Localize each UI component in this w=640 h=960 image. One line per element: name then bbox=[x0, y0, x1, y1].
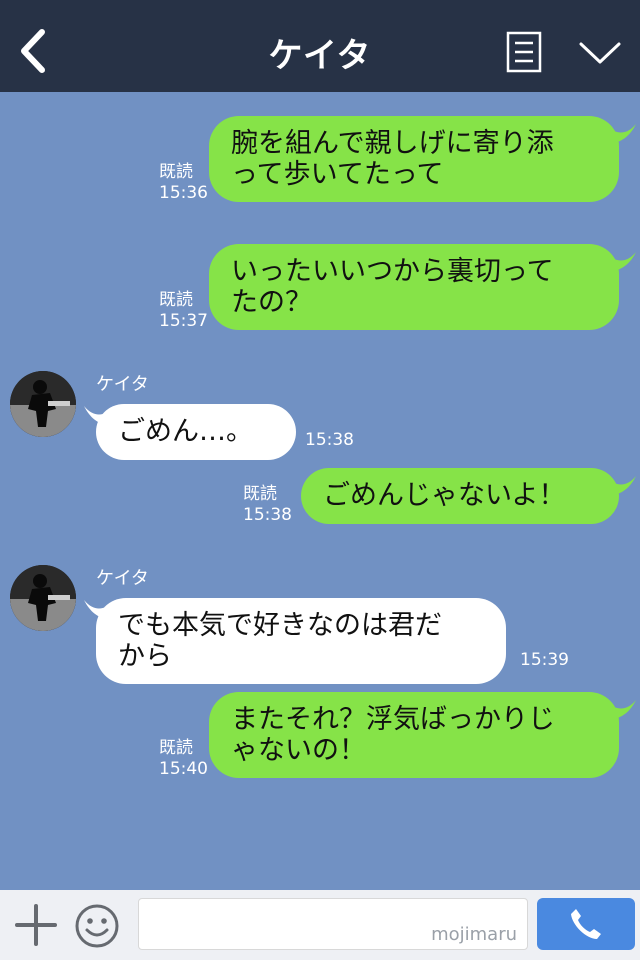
sender-name: ケイタ bbox=[96, 374, 149, 395]
message-line: って歩いてたって bbox=[231, 159, 444, 190]
avatar[interactable] bbox=[10, 371, 76, 437]
read-status: 既読 15:38 bbox=[243, 484, 292, 526]
input-toolbar: mojimaru bbox=[0, 890, 640, 960]
message-line: たの？ bbox=[231, 287, 312, 318]
message-time: 15:37 bbox=[159, 311, 208, 331]
read-label: 既読 bbox=[159, 290, 193, 310]
message-time: 15:36 bbox=[159, 183, 208, 203]
smile-icon[interactable] bbox=[74, 903, 120, 949]
message-line: ゃないの！ bbox=[231, 735, 366, 766]
message-line: 腕を組んで親しげに寄り添 bbox=[231, 128, 554, 159]
call-button[interactable] bbox=[537, 898, 635, 950]
message-list[interactable]: 既読 15:36 腕を組んで親しげに寄り添 って歩いてたって 既読 15:37 … bbox=[0, 92, 640, 890]
read-status: 既読 15:36 bbox=[159, 162, 208, 204]
read-label: 既読 bbox=[243, 484, 277, 504]
read-status: 既読 15:40 bbox=[159, 738, 208, 780]
chat-header: ケイタ bbox=[0, 0, 640, 92]
message-time: 15:39 bbox=[520, 650, 569, 670]
message-time: 15:38 bbox=[305, 430, 354, 450]
message-line: でも本気で好きなのは君だ bbox=[118, 610, 442, 641]
message-time: 15:38 bbox=[243, 505, 292, 525]
avatar-image bbox=[10, 565, 76, 631]
message-line: から bbox=[118, 641, 172, 672]
phone-icon bbox=[571, 909, 601, 939]
bubble-tail bbox=[84, 600, 114, 620]
outgoing-bubble[interactable]: ごめんじゃないよ！ bbox=[301, 468, 619, 524]
incoming-bubble[interactable]: ごめん…。 bbox=[96, 404, 296, 460]
message-line: ごめん…。 bbox=[118, 416, 253, 447]
read-label: 既読 bbox=[159, 738, 193, 758]
message-input[interactable]: mojimaru bbox=[138, 898, 528, 950]
read-status: 既読 15:37 bbox=[159, 290, 208, 332]
menu-icon[interactable] bbox=[506, 31, 542, 73]
bubble-tail bbox=[606, 124, 636, 144]
chat-title: ケイタ bbox=[268, 36, 372, 76]
outgoing-bubble[interactable]: 腕を組んで親しげに寄り添 って歩いてたって bbox=[209, 116, 619, 202]
outgoing-bubble[interactable]: またそれ？浮気ばっかりじ ゃないの！ bbox=[209, 692, 619, 778]
message-line: またそれ？浮気ばっかりじ bbox=[231, 704, 555, 735]
avatar-image bbox=[10, 371, 76, 437]
message-time: 15:40 bbox=[159, 759, 208, 779]
avatar[interactable] bbox=[10, 565, 76, 631]
message-line: いったいいつから裏切って bbox=[231, 256, 554, 287]
chevron-down-icon[interactable] bbox=[578, 36, 622, 68]
plus-icon[interactable] bbox=[14, 900, 58, 950]
bubble-tail bbox=[606, 476, 636, 496]
bubble-tail bbox=[606, 700, 636, 720]
watermark-text: mojimaru bbox=[431, 924, 517, 945]
bubble-tail bbox=[84, 406, 114, 426]
incoming-bubble[interactable]: でも本気で好きなのは君だ から bbox=[96, 598, 506, 684]
sender-name: ケイタ bbox=[96, 568, 149, 589]
read-label: 既読 bbox=[159, 162, 193, 182]
outgoing-bubble[interactable]: いったいいつから裏切って たの？ bbox=[209, 244, 619, 330]
bubble-tail bbox=[606, 252, 636, 272]
message-line: ごめんじゃないよ！ bbox=[323, 480, 566, 511]
